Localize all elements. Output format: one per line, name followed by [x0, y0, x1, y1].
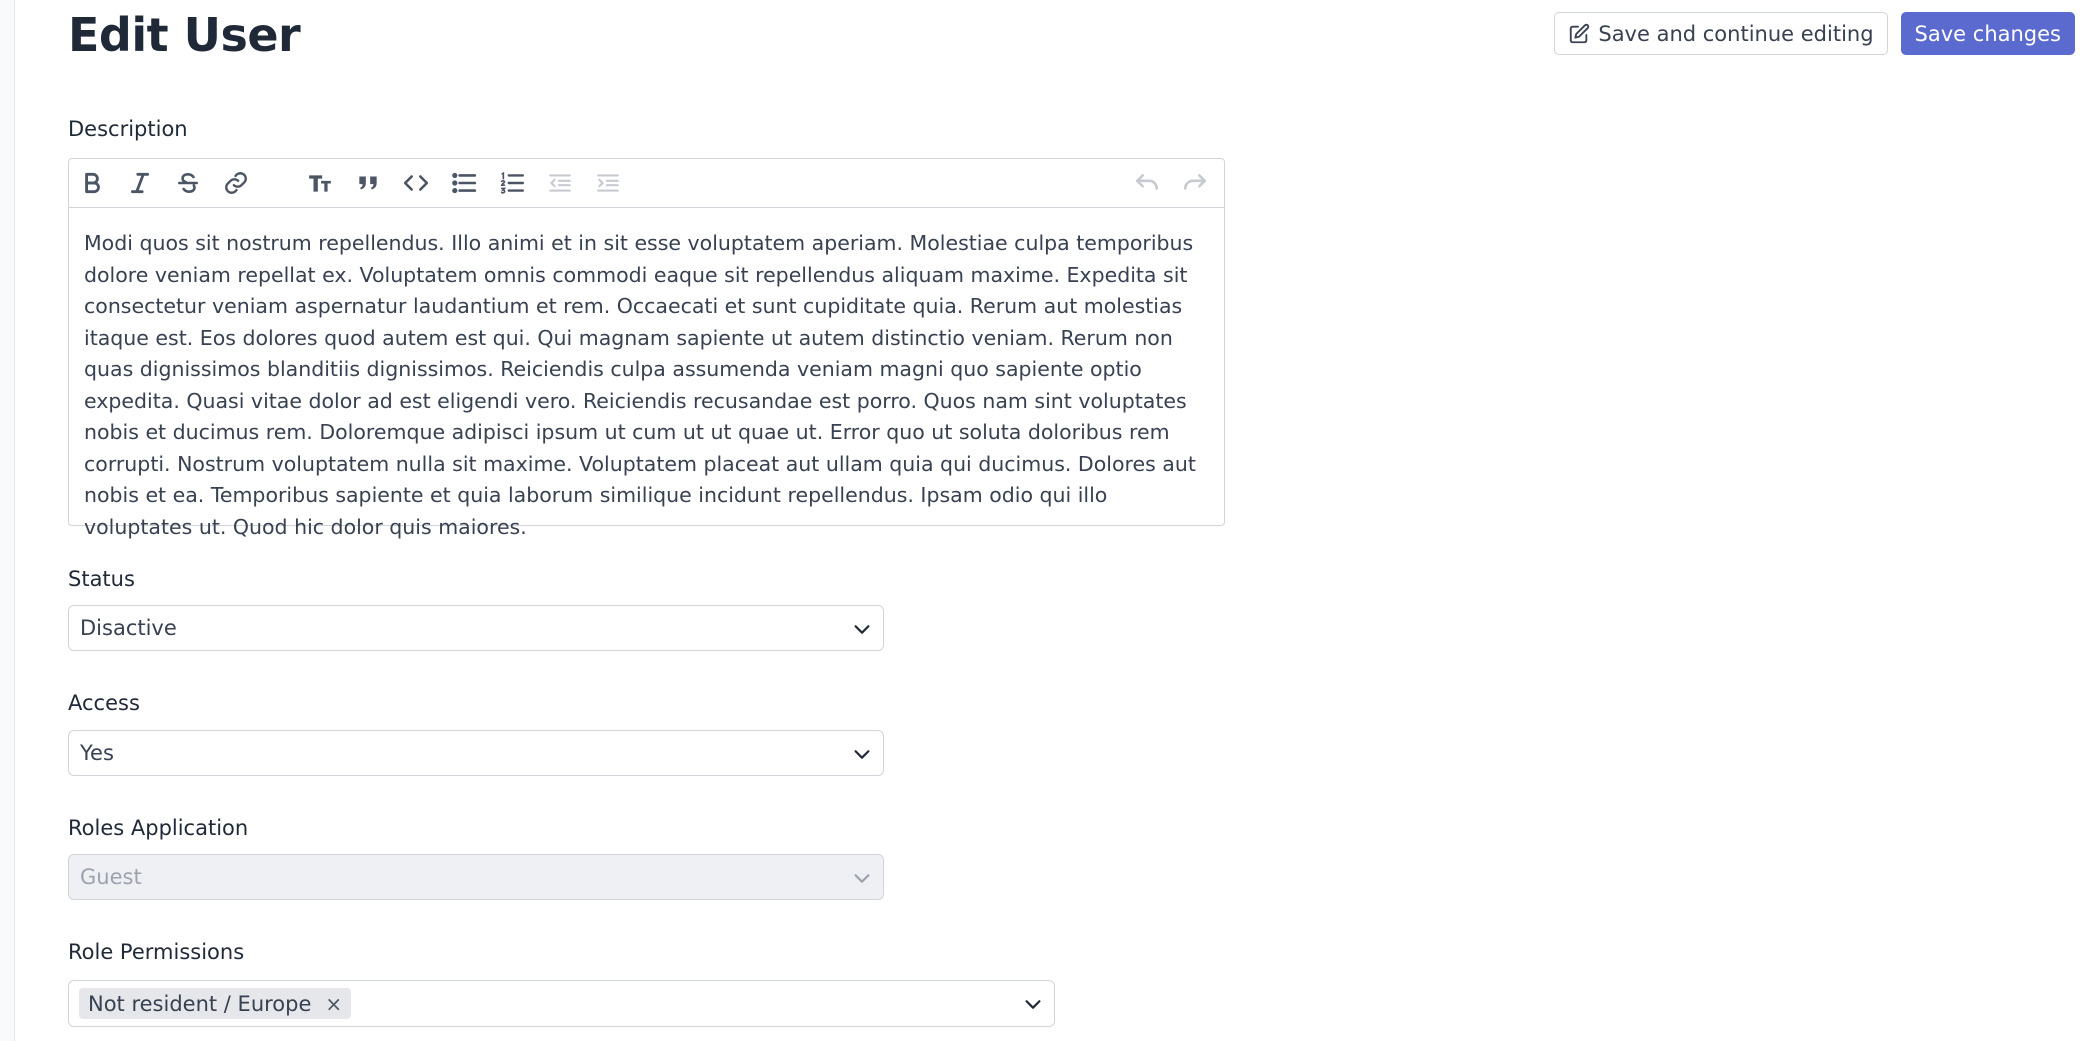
strikethrough-icon[interactable]	[173, 168, 203, 198]
code-icon[interactable]	[401, 168, 431, 198]
roles-application-label: Roles Application	[68, 816, 249, 840]
status-value: Disactive	[80, 616, 177, 640]
access-select[interactable]: Yes	[68, 730, 884, 776]
chevron-down-icon	[1025, 1000, 1041, 1009]
role-permissions-multiselect[interactable]: Not resident / Europe ×	[68, 980, 1055, 1027]
numbered-list-icon[interactable]	[497, 168, 527, 198]
header-actions: Save and continue editing Save changes	[1554, 12, 2075, 55]
rich-text-editor: Modi quos sit nostrum repellendus. Illo …	[68, 158, 1225, 539]
edit-icon	[1570, 23, 1590, 43]
description-textarea[interactable]: Modi quos sit nostrum repellendus. Illo …	[69, 208, 1224, 563]
save-changes-button[interactable]: Save changes	[1900, 12, 2075, 55]
page-title: Edit User	[68, 8, 301, 62]
editor-toolbar	[69, 159, 1224, 208]
roles-application-select: Guest	[68, 854, 884, 900]
bold-icon[interactable]	[77, 168, 107, 198]
sidebar-edge	[0, 0, 15, 1041]
chevron-down-icon	[854, 750, 870, 759]
save-and-continue-button[interactable]: Save and continue editing	[1554, 12, 1888, 55]
quote-icon[interactable]	[353, 168, 383, 198]
description-label: Description	[68, 117, 188, 141]
bullet-list-icon[interactable]	[449, 168, 479, 198]
chevron-down-icon	[854, 874, 870, 883]
save-and-continue-label: Save and continue editing	[1598, 21, 1874, 46]
heading-icon[interactable]	[305, 168, 335, 198]
access-label: Access	[68, 691, 140, 715]
undo-icon[interactable]	[1132, 168, 1162, 198]
roles-application-value: Guest	[80, 865, 142, 889]
permission-tag-label: Not resident / Europe	[88, 991, 312, 1016]
redo-icon[interactable]	[1180, 168, 1210, 198]
role-permissions-label: Role Permissions	[68, 940, 245, 964]
permission-tag: Not resident / Europe ×	[79, 988, 352, 1019]
status-select[interactable]: Disactive	[68, 605, 884, 651]
outdent-icon[interactable]	[545, 168, 575, 198]
chevron-down-icon	[854, 625, 870, 634]
access-value: Yes	[80, 741, 114, 765]
status-label: Status	[68, 567, 135, 591]
italic-icon[interactable]	[125, 168, 155, 198]
remove-tag-icon[interactable]: ×	[325, 992, 342, 1016]
edit-user-page: Edit User Save and continue editing Save…	[0, 0, 2089, 1041]
indent-icon[interactable]	[593, 168, 623, 198]
link-icon[interactable]	[221, 168, 251, 198]
